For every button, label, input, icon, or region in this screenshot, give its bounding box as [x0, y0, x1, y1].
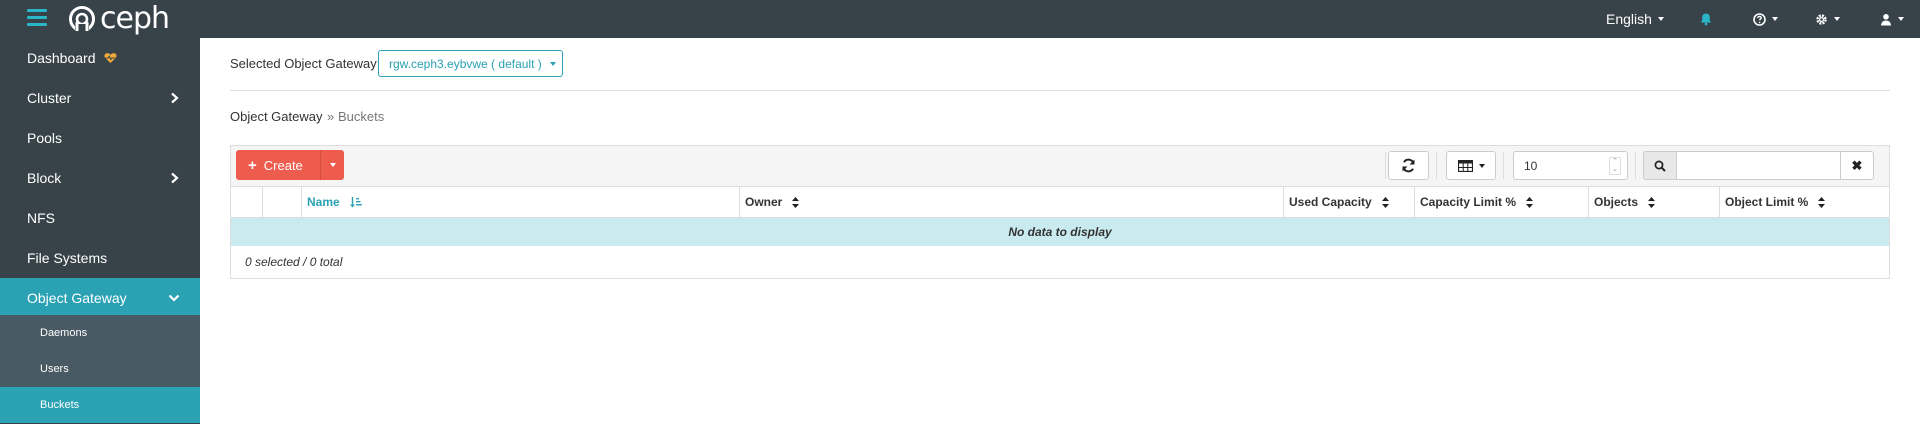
sidebar-subitem-daemons[interactable]: Daemons	[0, 315, 200, 351]
number-spinner-icon[interactable]: ⌃ ⌄	[1609, 157, 1621, 175]
ceph-logo-icon	[69, 6, 95, 33]
breadcrumb-buckets: Buckets	[338, 109, 385, 124]
chevron-down-icon	[168, 294, 180, 302]
caret-down-icon	[329, 163, 336, 167]
clear-search-button[interactable]: ✖	[1840, 151, 1874, 180]
caret-down-icon	[1657, 17, 1664, 21]
sidebar-subitem-label: Users	[40, 363, 69, 375]
column-header-label: Objects	[1594, 195, 1639, 209]
notifications-button[interactable]	[1699, 0, 1713, 38]
gateway-selector-label: Selected Object Gateway:	[230, 56, 381, 71]
select-column-header[interactable]	[263, 187, 302, 217]
column-header-capacity-limit[interactable]: Capacity Limit %	[1415, 187, 1589, 217]
search-addon	[1643, 151, 1677, 180]
table-toolbar: + Create 10 ⌃ ⌄ ✖	[231, 146, 1889, 187]
table-header: Name Owner Used Capacity Capacity Limit …	[231, 187, 1889, 218]
heart-health-icon	[103, 53, 117, 63]
sidebar: Dashboard Cluster Pools Block NFS File S…	[0, 38, 200, 424]
create-dropdown-toggle[interactable]	[320, 150, 344, 180]
settings-gear-icon	[1816, 13, 1827, 25]
sidebar-item-label: File Systems	[27, 250, 108, 266]
column-header-label: Object Limit %	[1725, 195, 1809, 209]
menu-icon[interactable]	[27, 9, 47, 27]
create-button[interactable]: + Create	[236, 150, 320, 180]
column-header-label: Used Capacity	[1289, 195, 1372, 209]
sidebar-item-nfs[interactable]: NFS	[0, 198, 200, 238]
refresh-icon	[1402, 158, 1415, 173]
buckets-table: + Create 10 ⌃ ⌄ ✖ Name Owner Used Capaci…	[230, 145, 1890, 279]
column-header-name[interactable]: Name	[302, 187, 740, 217]
sidebar-item-block[interactable]: Block	[0, 158, 200, 198]
sidebar-item-file-systems[interactable]: File Systems	[0, 238, 200, 278]
sidebar-item-object-gateway[interactable]: Object Gateway	[0, 278, 200, 318]
caret-down-icon	[1772, 17, 1778, 21]
toolbar-divider	[1635, 152, 1636, 179]
column-header-label: Capacity Limit %	[1420, 195, 1517, 209]
sidebar-item-label: NFS	[27, 210, 55, 226]
table-columns-icon	[1457, 159, 1473, 172]
column-header-label: Owner	[745, 195, 783, 209]
caret-down-icon	[1898, 17, 1904, 21]
caret-down-icon	[1478, 163, 1485, 168]
gateway-selected-value: rgw.ceph3.eybvwe ( default )	[389, 56, 542, 71]
column-header-objects[interactable]: Objects	[1589, 187, 1720, 217]
help-icon	[1753, 12, 1766, 26]
column-toggle-button[interactable]	[1446, 151, 1496, 180]
brand-name: ceph	[100, 1, 170, 36]
brand-logo[interactable]: ceph	[68, 1, 170, 36]
breadcrumb-object-gateway[interactable]: Object Gateway	[230, 109, 323, 124]
sidebar-item-pools[interactable]: Pools	[0, 118, 200, 158]
sidebar-item-label: Dashboard	[27, 50, 96, 66]
sort-ascending-icon	[349, 196, 362, 207]
sidebar-item-dashboard[interactable]: Dashboard	[0, 38, 200, 78]
toolbar-divider	[1385, 152, 1386, 179]
page-size-value: 10	[1524, 158, 1538, 173]
sidebar-subitem-label: Buckets	[40, 399, 80, 411]
sidebar-item-label: Pools	[27, 130, 63, 146]
expand-column-header	[231, 187, 263, 217]
close-icon: ✖	[1851, 157, 1863, 173]
column-header-object-limit[interactable]: Object Limit %	[1720, 187, 1889, 217]
refresh-button[interactable]	[1388, 151, 1429, 180]
sidebar-item-cluster[interactable]: Cluster	[0, 78, 200, 118]
gateway-selector-dropdown[interactable]: rgw.ceph3.eybvwe ( default )	[378, 50, 563, 77]
column-header-label: Name	[307, 195, 340, 209]
chevron-right-icon	[171, 172, 179, 184]
caret-down-icon	[549, 61, 556, 66]
divider	[230, 90, 1890, 91]
search-icon	[1654, 160, 1666, 172]
plus-icon: +	[248, 156, 257, 174]
search-input[interactable]	[1676, 151, 1841, 180]
caret-down-icon	[1834, 17, 1840, 21]
create-button-label: Create	[263, 157, 303, 173]
sort-icon	[792, 196, 800, 208]
toolbar-divider	[1436, 152, 1437, 179]
empty-table-message: No data to display	[231, 218, 1889, 246]
sidebar-subitem-buckets[interactable]: Buckets	[0, 387, 200, 423]
sort-icon	[1648, 196, 1656, 208]
sort-icon	[1526, 196, 1534, 208]
toolbar-divider	[1503, 152, 1504, 179]
help-dropdown[interactable]	[1753, 0, 1778, 38]
top-navbar: ceph English	[0, 0, 1920, 38]
sort-icon	[1381, 196, 1389, 208]
sidebar-subitem-label: Daemons	[40, 327, 88, 339]
sidebar-item-label: Object Gateway	[27, 290, 127, 306]
language-label: English	[1606, 11, 1652, 27]
sort-icon	[1818, 196, 1826, 208]
table-footer-selection-count: 0 selected / 0 total	[245, 255, 343, 269]
language-dropdown[interactable]: English	[1606, 0, 1664, 38]
breadcrumb-separator: »	[327, 109, 335, 124]
page-size-input[interactable]: 10 ⌃ ⌄	[1513, 151, 1628, 180]
notification-bell-icon	[1700, 13, 1712, 26]
sidebar-subitem-users[interactable]: Users	[0, 351, 200, 387]
chevron-right-icon	[171, 92, 179, 104]
sidebar-item-label: Cluster	[27, 90, 72, 106]
sidebar-item-label: Block	[27, 170, 62, 186]
user-icon	[1881, 13, 1891, 25]
column-header-owner[interactable]: Owner	[740, 187, 1284, 217]
column-header-used-capacity[interactable]: Used Capacity	[1284, 187, 1415, 217]
user-dropdown[interactable]	[1880, 0, 1904, 38]
settings-dropdown[interactable]	[1815, 0, 1840, 38]
